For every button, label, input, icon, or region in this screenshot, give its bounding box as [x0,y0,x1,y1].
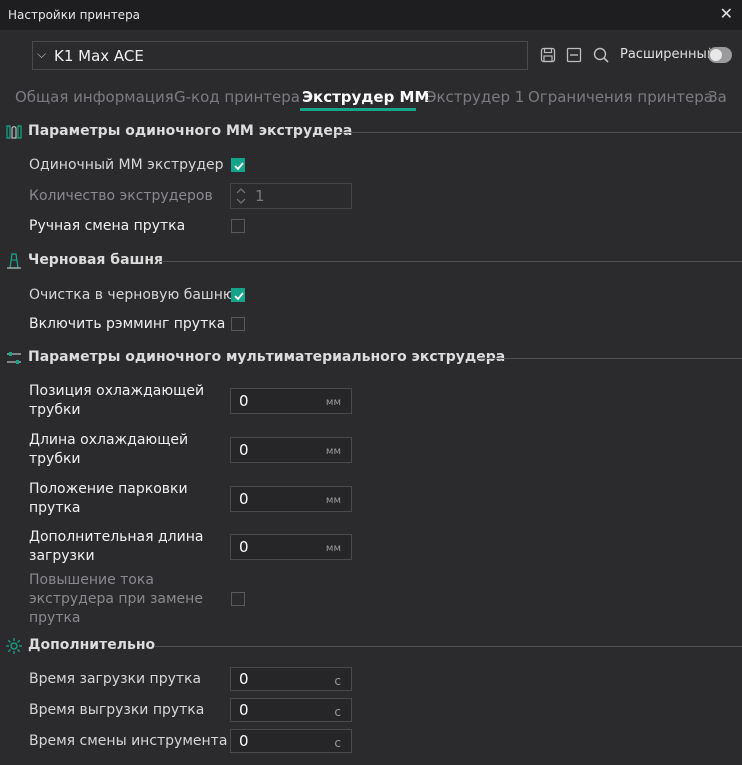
tab-extruder-mm[interactable]: Экструдер MM [302,88,429,106]
unload-time-label: Время выгрузки прутка [29,702,205,718]
extra-loading-length-label: Дополнительная длина загрузки [29,529,204,564]
extruder-count-spinner[interactable]: 1 [230,183,352,209]
cooling-tube-position-input[interactable]: 0 мм [230,388,352,414]
section-divider [160,261,742,262]
printer-preset-value: K1 Max ACE [54,47,144,65]
extra-loading-length-input[interactable]: 0 мм [230,534,352,560]
high-current-on-change-label: Повышение тока экструдера при замене пру… [29,572,203,626]
section-title: Параметры одиночного ММ экструдера [28,123,353,139]
tab-printer-gcode[interactable]: G-код принтера [174,88,300,106]
section-divider [154,646,742,647]
section-single-mm-extruder: Параметры одиночного ММ экструдера [0,122,742,142]
title-bar: Настройки принтера ✕ [0,0,742,30]
section-title: Черновая башня [28,252,164,268]
cooling-tube-length-input[interactable]: 0 мм [230,437,352,463]
checkmark-icon [234,162,244,171]
extruder-icon [6,125,22,139]
section-divider [336,132,742,133]
manual-filament-change-label: Ручная смена прутка [29,218,186,234]
tool-change-time-input[interactable]: 0 с [230,729,352,753]
cooling-tube-length-label: Длина охлаждающей трубки [29,432,189,467]
enable-ramming-label: Включить рэмминг прутка [29,316,226,332]
single-mm-extruder-checkbox[interactable] [231,158,245,172]
tab-printer-limits[interactable]: Ограничения принтера [528,88,713,106]
delete-preset-icon[interactable] [565,46,583,64]
extruder-count-label: Количество экструдеров [29,188,213,204]
cog-icon [6,638,22,654]
close-icon[interactable]: ✕ [720,4,733,24]
section-title: Параметры одиночного мультиматериального… [28,349,506,365]
checkmark-icon [234,292,244,301]
enable-ramming-checkbox[interactable] [231,317,245,331]
tab-more[interactable]: За [708,88,727,106]
load-time-input[interactable]: 0 с [230,667,352,691]
spinner-arrows-icon[interactable] [235,186,247,206]
high-current-on-change-checkbox[interactable] [231,592,245,606]
tower-icon [7,253,21,269]
tab-extruder-1[interactable]: Экструдер 1 [426,88,524,106]
parking-position-label: Положение парковки прутка [29,481,188,516]
section-advanced: Дополнительно [0,636,742,656]
parking-position-input[interactable]: 0 мм [230,486,352,512]
active-tab-indicator [300,108,416,111]
section-wipe-tower: Черновая башня [0,251,742,271]
sliders-icon [7,352,21,364]
settings-tabs: Общая информация G-код принтера Экструде… [0,86,742,110]
load-time-label: Время загрузки прутка [29,671,202,687]
single-mm-extruder-label: Одиночный ММ экструдер [29,157,224,173]
toggle-knob [710,49,722,61]
window-title: Настройки принтера [8,8,141,22]
save-icon[interactable] [539,46,557,64]
manual-filament-change-checkbox[interactable] [231,219,245,233]
search-icon[interactable] [592,46,610,64]
section-title: Дополнительно [28,637,156,653]
tool-change-time-label: Время смены инструмента [29,733,228,749]
chevron-down-icon: ⌵ [37,47,47,61]
purge-in-tower-checkbox[interactable] [231,288,245,302]
tab-general[interactable]: Общая информация [15,88,174,106]
advanced-mode-label: Расширенный [620,47,716,62]
purge-in-tower-label: Очистка в черновую башню [29,287,235,303]
cooling-tube-position-label: Позиция охлаждающей трубки [29,383,205,418]
printer-preset-select[interactable]: ⌵ K1 Max ACE [32,41,528,70]
section-divider [478,358,742,359]
unload-time-input[interactable]: 0 с [230,698,352,722]
section-single-multimaterial: Параметры одиночного мультиматериального… [0,348,742,368]
extruder-count-value: 1 [255,187,265,205]
advanced-mode-toggle[interactable] [708,47,732,63]
